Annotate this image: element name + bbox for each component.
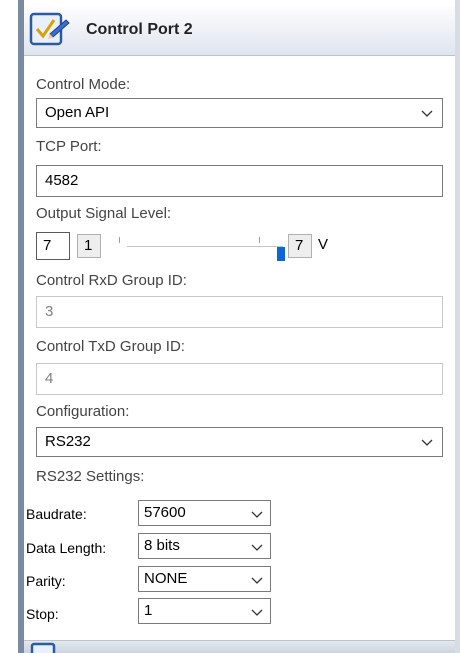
stop-label: Stop: bbox=[26, 606, 59, 622]
control-port-panel: Control Port 2 Control Mode: Open API TC… bbox=[24, 0, 455, 653]
tcp-port-value: 4582 bbox=[45, 172, 79, 189]
txd-group-value: 4 bbox=[45, 370, 54, 387]
panel-title: Control Port 2 bbox=[86, 21, 193, 38]
txd-group-input: 4 bbox=[36, 363, 443, 395]
configuration-label: Configuration: bbox=[36, 403, 130, 420]
control-mode-value: Open API bbox=[45, 104, 110, 121]
output-signal-value: 7 bbox=[43, 237, 52, 254]
baudrate-select[interactable]: 57600 bbox=[138, 500, 271, 526]
next-panel-header[interactable] bbox=[24, 640, 455, 653]
data-length-value: 8 bits bbox=[144, 537, 180, 554]
output-signal-value-input[interactable]: 7 bbox=[36, 232, 70, 260]
slider-tick-max bbox=[259, 237, 260, 243]
output-signal-unit: V bbox=[318, 236, 329, 253]
data-length-label: Data Length: bbox=[26, 540, 107, 556]
txd-group-label: Control TxD Group ID: bbox=[36, 338, 185, 355]
rxd-group-label: Control RxD Group ID: bbox=[36, 272, 187, 289]
stop-value: 1 bbox=[144, 602, 153, 619]
panel-header[interactable]: Control Port 2 bbox=[24, 6, 455, 56]
tcp-port-label: TCP Port: bbox=[36, 138, 102, 155]
slider-max-value: 7 bbox=[295, 237, 304, 254]
panel-right-border bbox=[455, 0, 460, 653]
rxd-group-input: 3 bbox=[36, 296, 443, 328]
parity-label: Parity: bbox=[26, 573, 66, 589]
window-background bbox=[0, 0, 18, 653]
configuration-value: RS232 bbox=[45, 433, 91, 450]
slider-tick-min bbox=[119, 237, 120, 243]
parity-value: NONE bbox=[144, 570, 188, 587]
chevron-down-icon bbox=[421, 110, 433, 117]
chevron-down-icon bbox=[251, 511, 263, 518]
check-pencil-icon bbox=[30, 642, 56, 653]
output-signal-slider-thumb[interactable] bbox=[277, 247, 285, 261]
chevron-down-icon bbox=[251, 544, 263, 551]
control-mode-label: Control Mode: bbox=[36, 76, 131, 93]
baudrate-value: 57600 bbox=[144, 504, 186, 521]
data-length-select[interactable]: 8 bits bbox=[138, 533, 271, 559]
configuration-select[interactable]: RS232 bbox=[36, 427, 443, 457]
chevron-down-icon bbox=[421, 439, 433, 446]
rxd-group-value: 3 bbox=[45, 303, 54, 320]
tcp-port-input[interactable]: 4582 bbox=[36, 165, 443, 197]
rs232-settings-label: RS232 Settings: bbox=[36, 468, 145, 485]
output-signal-slider-track[interactable] bbox=[127, 246, 283, 247]
chevron-down-icon bbox=[251, 577, 263, 584]
stop-select[interactable]: 1 bbox=[138, 598, 271, 624]
baudrate-label: Baudrate: bbox=[26, 506, 87, 522]
slider-max-label: 7 bbox=[288, 234, 312, 258]
output-signal-label: Output Signal Level: bbox=[36, 205, 172, 222]
chevron-down-icon bbox=[251, 609, 263, 616]
control-mode-select[interactable]: Open API bbox=[36, 98, 443, 128]
slider-min-label: 1 bbox=[77, 234, 101, 258]
check-pencil-icon bbox=[29, 12, 70, 46]
parity-select[interactable]: NONE bbox=[138, 566, 271, 592]
slider-min-value: 1 bbox=[84, 237, 93, 254]
